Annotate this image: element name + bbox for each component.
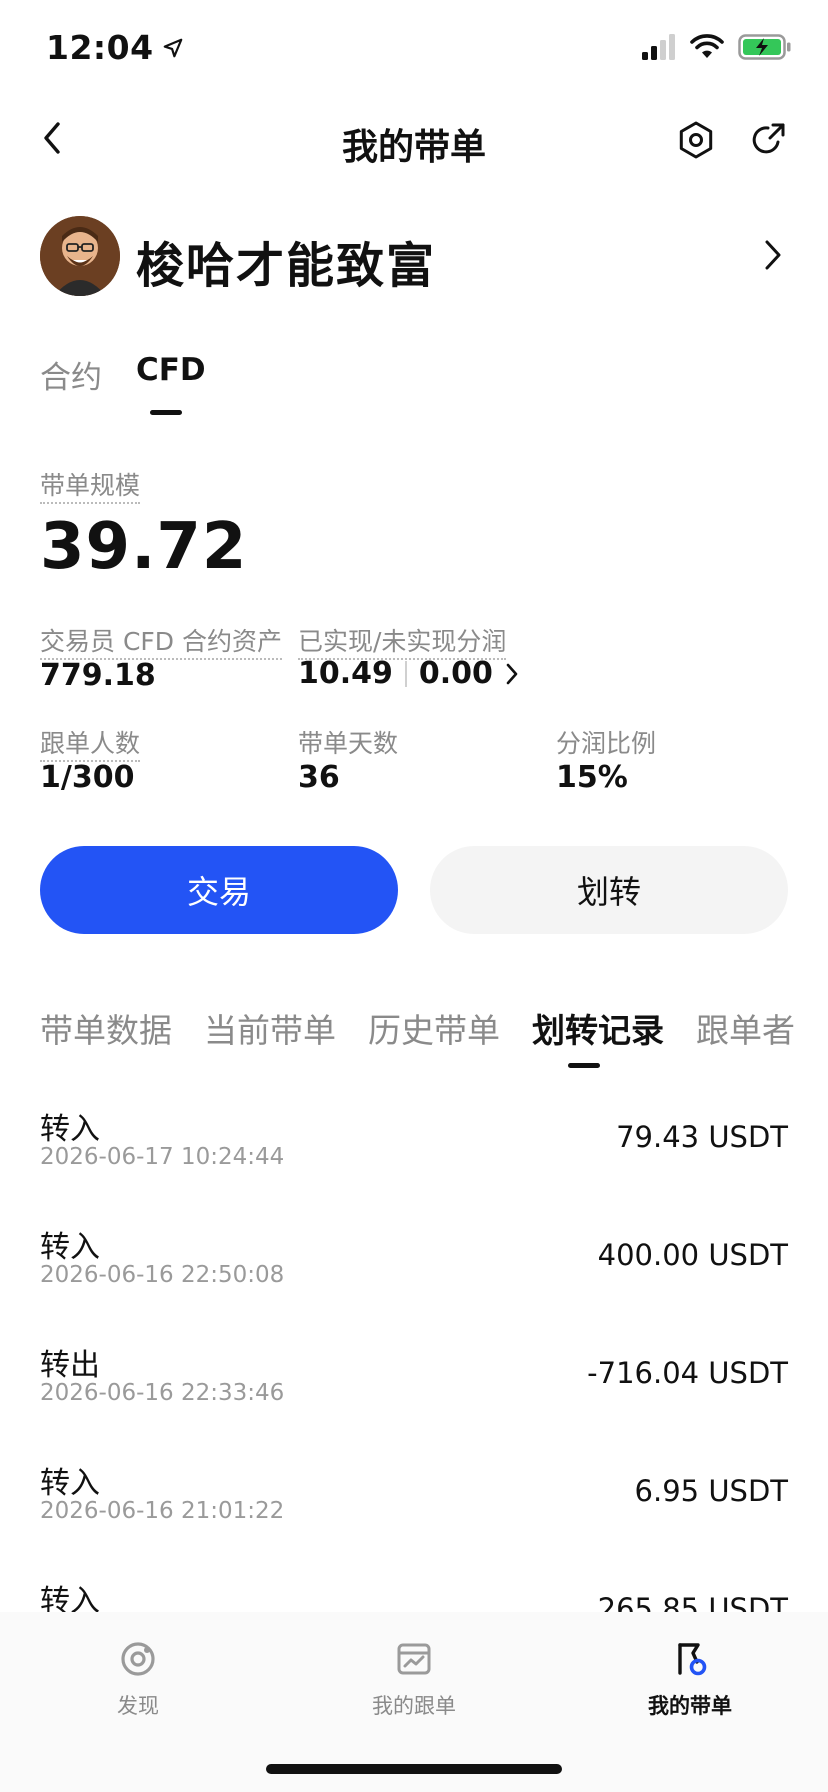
list-item[interactable]: 转出 2026-06-16 22:33:46 -716.04 USDT [40, 1340, 788, 1458]
scale-label-text: 带单规模 [40, 471, 141, 504]
list-item[interactable]: 转入 2026-06-16 22:50:08 400.00 USDT [40, 1222, 788, 1340]
list-item[interactable]: 转入 2026-06-16 21:01:22 6.95 USDT [40, 1458, 788, 1576]
unrealized-value: 0.00 [418, 656, 493, 691]
record-type: 转入 [40, 1466, 100, 1501]
tab-lead-data[interactable]: 带单数据 [40, 1004, 172, 1052]
status-indicators [642, 34, 792, 60]
settings-icon[interactable] [676, 120, 716, 160]
share-ratio-label: 分润比例 [556, 729, 657, 758]
tab-followers[interactable]: 跟单者 [696, 1004, 795, 1052]
asset-label[interactable]: 交易员 CFD 合约资产 [40, 622, 282, 660]
discover-icon [121, 1642, 155, 1676]
pnl-divider [404, 660, 407, 687]
trade-button[interactable]: 交易 [40, 846, 398, 934]
cellular-signal-icon [642, 34, 675, 60]
status-time-text: 12:04 [46, 28, 154, 67]
tabbar-label: 我的跟单 [372, 1694, 456, 1718]
record-amount: 400.00 USDT [597, 1238, 788, 1272]
record-type: 转入 [40, 1230, 100, 1265]
record-time: 2026-06-16 21:01:22 [40, 1498, 285, 1524]
tab-current-lead[interactable]: 当前带单 [204, 1004, 336, 1052]
home-indicator [266, 1764, 562, 1774]
record-type: 转出 [40, 1348, 100, 1383]
share-icon[interactable] [748, 120, 788, 160]
record-time: 2026-06-16 22:50:08 [40, 1262, 285, 1288]
avatar-portrait-icon [40, 216, 120, 296]
pnl-values[interactable]: 10.49 0.00 [298, 656, 521, 691]
copy-trade-icon [397, 1643, 431, 1675]
tabbar-discover[interactable]: 发现 [58, 1640, 218, 1720]
followers-label-text: 跟单人数 [40, 729, 141, 762]
list-item[interactable]: 转入 2026-06-17 10:24:44 79.43 USDT [40, 1104, 788, 1222]
transfer-button[interactable]: 划转 [430, 846, 788, 934]
location-arrow-icon [163, 38, 182, 57]
pnl-label[interactable]: 已实现/未实现分润 [298, 622, 507, 660]
record-time: 2026-06-17 10:24:44 [40, 1144, 285, 1170]
chevron-right-icon[interactable] [762, 238, 784, 272]
scale-value: 39.72 [40, 510, 248, 584]
days-label: 带单天数 [298, 729, 399, 758]
record-amount: 79.43 USDT [616, 1120, 788, 1154]
tab-transfer-records[interactable]: 划转记录 [532, 1004, 664, 1052]
lead-trade-icon [678, 1643, 707, 1676]
section-tabs: 带单数据 当前带单 历史带单 划转记录 跟单者 [40, 1004, 828, 1052]
status-time: 12:04 [46, 28, 184, 67]
battery-charging-icon [738, 34, 791, 60]
tab-contract[interactable]: 合约 [40, 352, 102, 397]
record-amount: 6.95 USDT [634, 1474, 788, 1508]
asset-value: 779.18 [40, 658, 156, 693]
chevron-right-icon [506, 663, 518, 684]
trader-name: 梭哈才能致富 [136, 238, 437, 294]
tab-active-indicator [150, 410, 182, 415]
tabbar-copy-trade[interactable]: 我的跟单 [334, 1640, 494, 1720]
tab-cfd[interactable]: CFD [136, 352, 206, 388]
record-amount: -716.04 USDT [587, 1356, 788, 1390]
tabbar-label: 发现 [117, 1694, 159, 1718]
tab-history-lead[interactable]: 历史带单 [368, 1004, 500, 1052]
days-value: 36 [298, 760, 340, 795]
scale-label[interactable]: 带单规模 [40, 466, 141, 504]
followers-label[interactable]: 跟单人数 [40, 724, 141, 762]
asset-label-text: 交易员 CFD 合约资产 [40, 627, 282, 660]
realized-value: 10.49 [298, 656, 393, 691]
wifi-icon [690, 34, 724, 58]
section-tab-active-indicator [568, 1063, 600, 1068]
share-ratio-value: 15% [556, 760, 628, 795]
avatar[interactable] [40, 216, 120, 296]
record-time: 2026-06-16 22:33:46 [40, 1380, 285, 1406]
followers-value: 1/300 [40, 760, 135, 795]
record-type: 转入 [40, 1112, 100, 1147]
tabbar-lead-trade[interactable]: 我的带单 [610, 1640, 770, 1720]
tabbar-label: 我的带单 [648, 1694, 732, 1718]
